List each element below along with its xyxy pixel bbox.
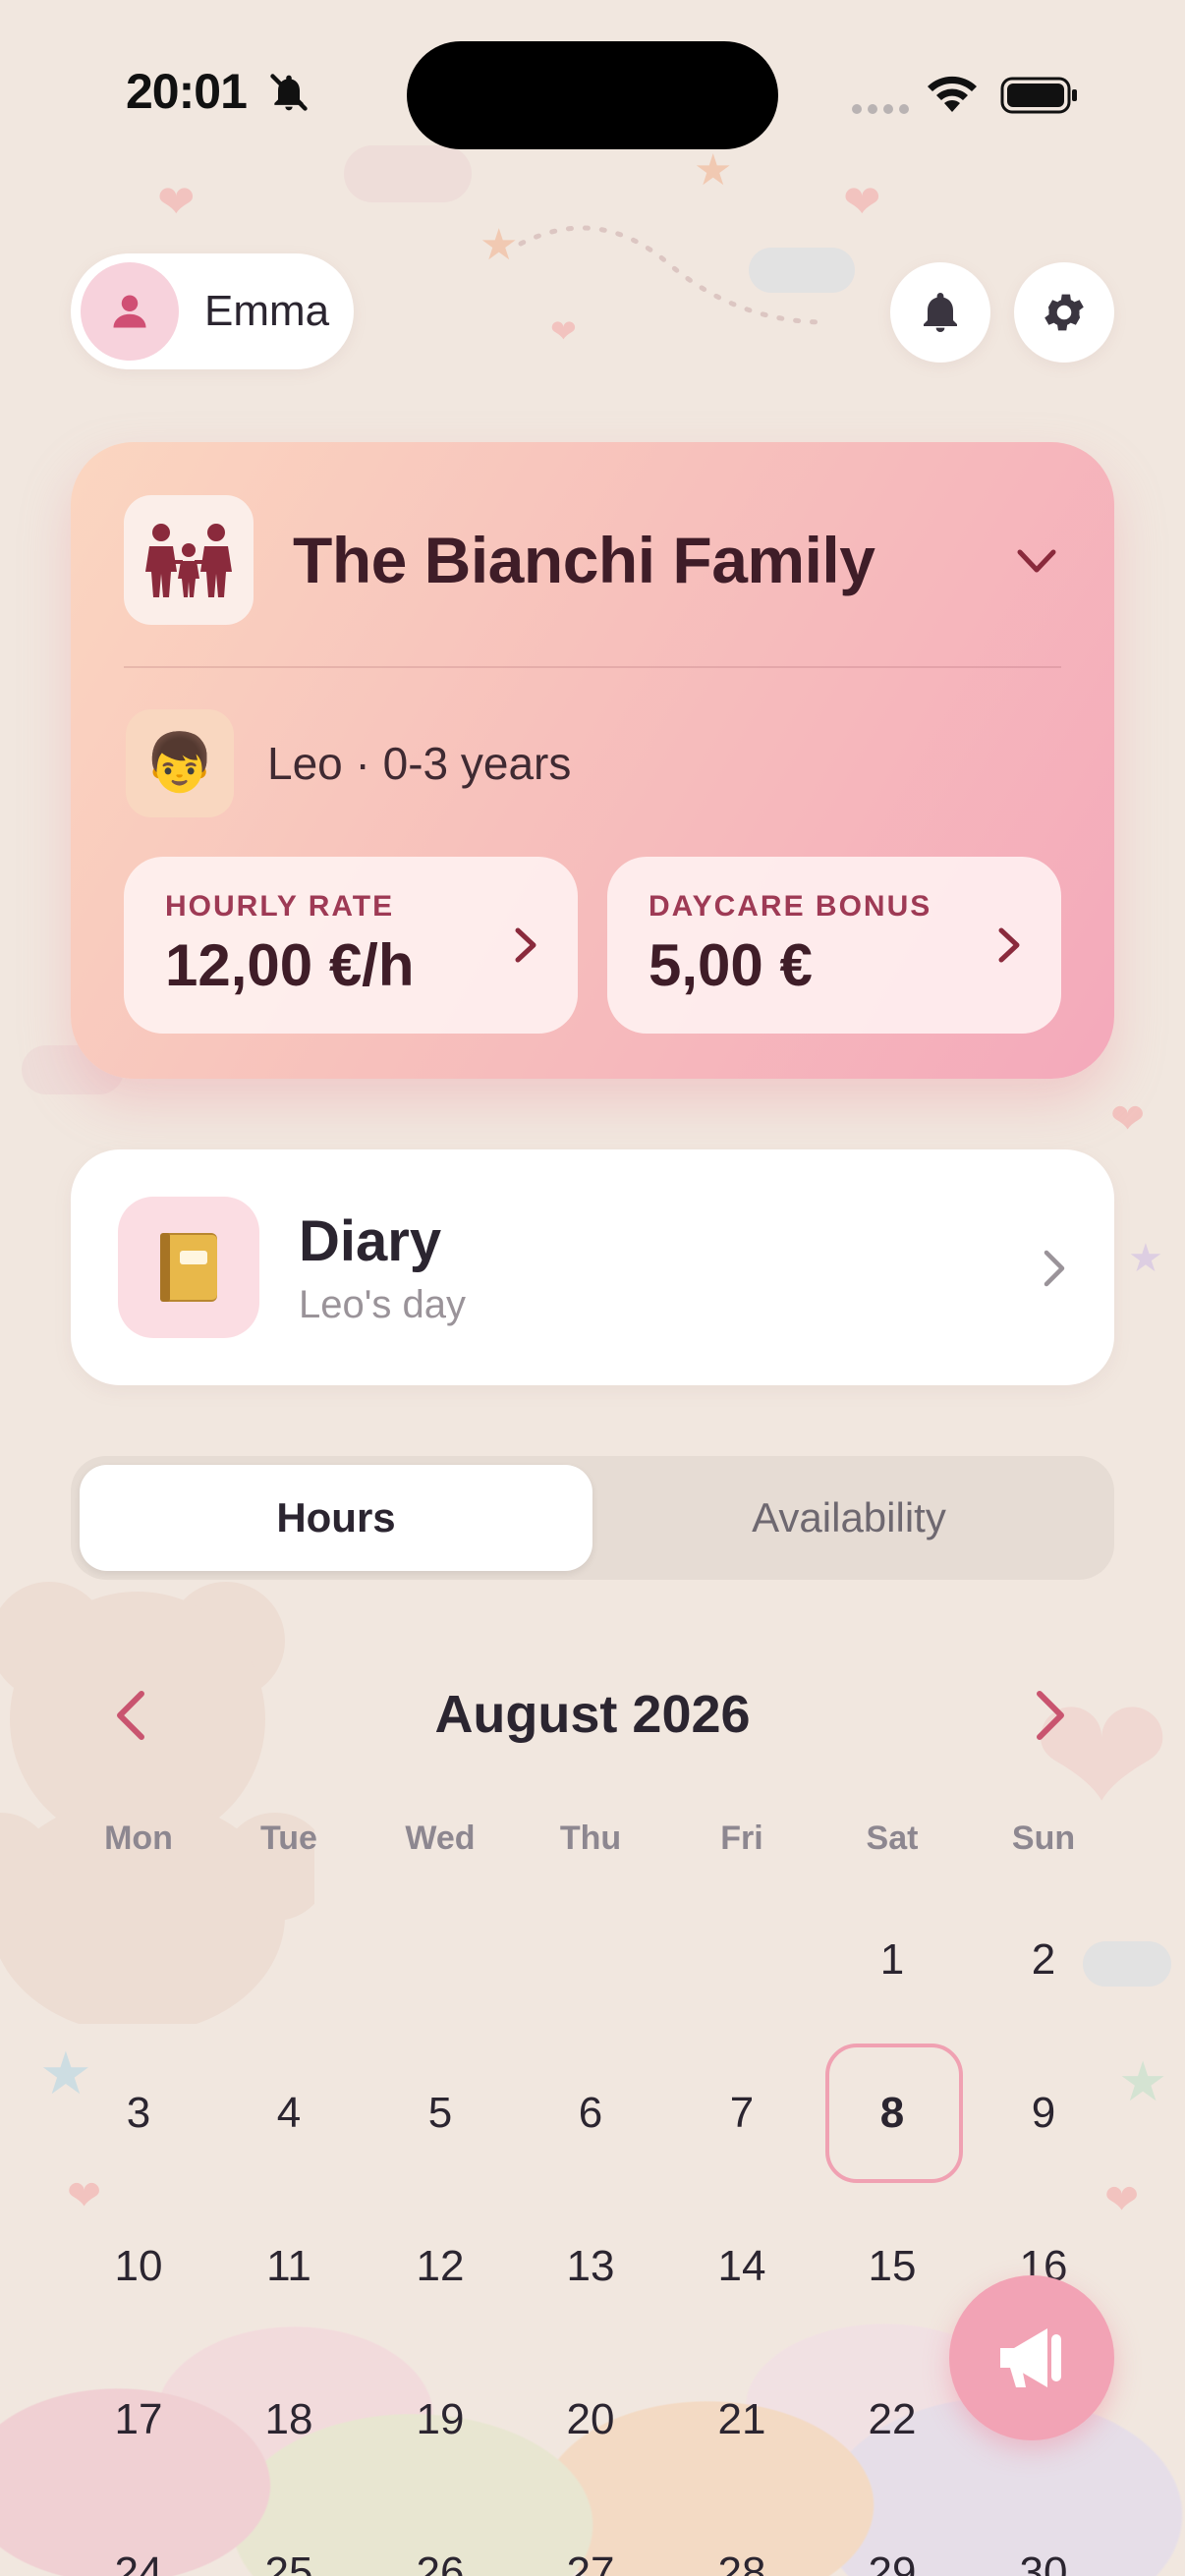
calendar-day[interactable]: 15	[833, 2242, 951, 2291]
calendar-day[interactable]: 24	[80, 2548, 198, 2576]
user-profile-chip[interactable]: Emma	[71, 253, 354, 369]
daycare-bonus-label: DAYCARE BONUS	[649, 890, 932, 923]
weekday-label: Wed	[405, 1820, 476, 1857]
calendar-day[interactable]: 21	[683, 2395, 801, 2444]
next-month-button[interactable]	[1032, 1688, 1071, 1743]
tab-availability[interactable]: Availability	[592, 1465, 1105, 1571]
hourly-rate-button[interactable]: HOURLY RATE 12,00 €/h	[124, 857, 578, 1034]
child-info: Leo · 0-3 years	[267, 738, 572, 789]
daycare-bonus-value: 5,00 €	[649, 932, 813, 998]
calendar-day[interactable]: 2	[985, 1935, 1102, 1985]
calendar-day[interactable]: 30	[985, 2548, 1102, 2576]
chevron-right-icon	[1044, 1250, 1065, 1287]
family-icon	[145, 524, 232, 597]
weekday-label: Sat	[866, 1820, 919, 1857]
weekday-label: Sun	[1011, 1820, 1076, 1857]
weekday-label: Fri	[720, 1820, 763, 1857]
dynamic-island	[407, 41, 778, 149]
view-segmented-control: Hours Availability	[71, 1456, 1114, 1580]
calendar-day[interactable]: 26	[381, 2548, 499, 2576]
notifications-button[interactable]	[890, 262, 990, 363]
divider	[124, 666, 1061, 668]
diary-icon-box	[118, 1197, 259, 1338]
diary-title: Diary	[299, 1209, 442, 1273]
battery-icon	[1000, 77, 1077, 114]
gear-icon	[1044, 294, 1084, 331]
calendar-day[interactable]: 29	[833, 2548, 951, 2576]
weekday-label: Thu	[559, 1820, 622, 1857]
calendar-day[interactable]: 10	[80, 2242, 198, 2291]
user-name: Emma	[204, 287, 330, 335]
daycare-bonus-button[interactable]: DAYCARE BONUS 5,00 €	[607, 857, 1061, 1034]
avatar	[81, 262, 179, 361]
calendar-day-selected[interactable]: 8	[833, 2089, 951, 2138]
calendar-day[interactable]: 19	[381, 2395, 499, 2444]
calendar-day[interactable]: 12	[381, 2242, 499, 2291]
calendar-month-title: August 2026	[434, 1685, 751, 1744]
calendar-day[interactable]: 25	[230, 2548, 348, 2576]
calendar-day[interactable]: 3	[80, 2089, 198, 2138]
weekday-label: Tue	[260, 1820, 317, 1857]
family-title: The Bianchi Family	[293, 524, 875, 596]
chevron-down-icon[interactable]	[1012, 542, 1061, 582]
calendar-day[interactable]: 9	[985, 2089, 1102, 2138]
family-icon-box	[124, 495, 254, 625]
calendar-day[interactable]: 4	[230, 2089, 348, 2138]
tab-hours[interactable]: Hours	[80, 1465, 592, 1571]
calendar-day[interactable]: 18	[230, 2395, 348, 2444]
calendar-day[interactable]: 14	[683, 2242, 801, 2291]
signal-icon	[852, 104, 909, 114]
diary-subtitle: Leo's day	[299, 1283, 466, 1326]
family-card[interactable]: The Bianchi Family 👦 Leo · 0-3 years HOU…	[71, 442, 1114, 1079]
bell-slash-icon	[270, 74, 308, 111]
wifi-icon	[928, 76, 977, 112]
notebook-icon	[160, 1233, 217, 1302]
calendar-day[interactable]: 28	[683, 2548, 801, 2576]
calendar-day[interactable]: 13	[532, 2242, 649, 2291]
calendar-day[interactable]: 5	[381, 2089, 499, 2138]
calendar-day[interactable]: 6	[532, 2089, 649, 2138]
calendar-day[interactable]: 1	[833, 1935, 951, 1985]
hourly-rate-value: 12,00 €/h	[165, 932, 415, 998]
calendar-day[interactable]: 20	[532, 2395, 649, 2444]
chevron-right-icon	[515, 927, 536, 963]
calendar-day[interactable]: 11	[230, 2242, 348, 2291]
weekday-label: Mon	[104, 1820, 173, 1857]
chevron-right-icon	[998, 927, 1020, 963]
person-icon	[113, 295, 146, 328]
hourly-rate-label: HOURLY RATE	[165, 890, 395, 923]
diary-card[interactable]: Diary Leo's day	[71, 1149, 1114, 1385]
calendar-day[interactable]: 17	[80, 2395, 198, 2444]
calendar-day[interactable]: 7	[683, 2089, 801, 2138]
calendar-day[interactable]: 22	[833, 2395, 951, 2444]
bell-icon	[924, 293, 957, 332]
child-avatar: 👦	[126, 709, 234, 817]
settings-button[interactable]	[1014, 262, 1114, 363]
status-time: 20:01	[126, 64, 248, 119]
calendar-day[interactable]: 27	[532, 2548, 649, 2576]
announcements-button[interactable]	[949, 2275, 1114, 2440]
megaphone-icon	[1000, 2328, 1061, 2387]
